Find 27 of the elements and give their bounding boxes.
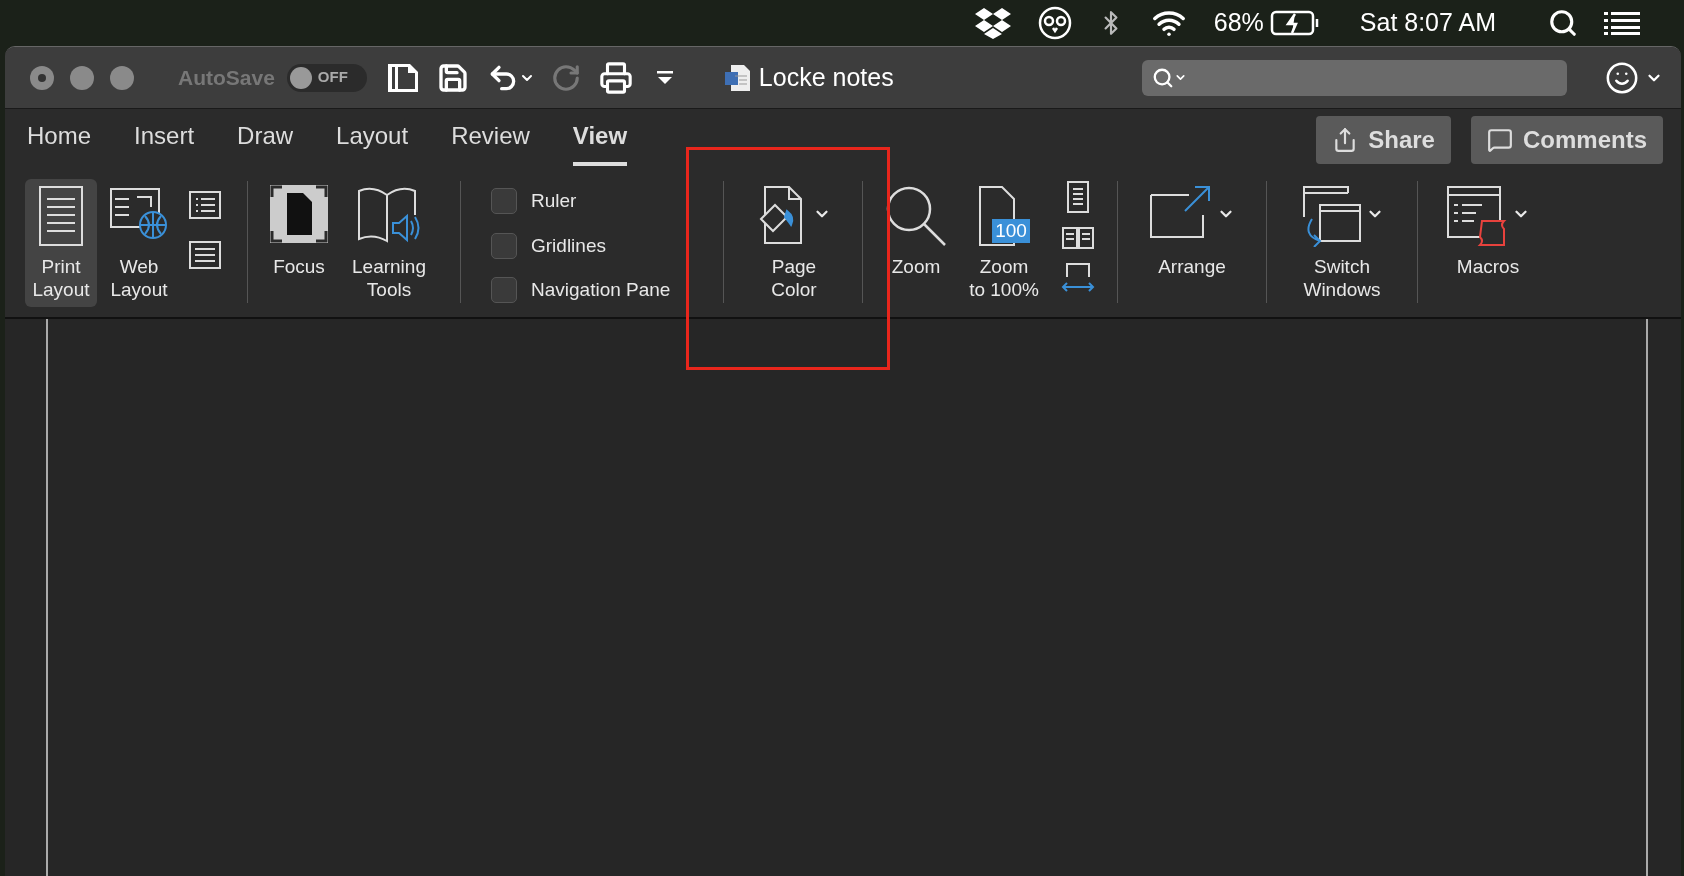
switch-windows-button[interactable]: Switch Windows [1287, 179, 1397, 307]
autosave-toggle[interactable]: OFF [286, 63, 367, 92]
arrange-button[interactable]: Arrange [1138, 179, 1246, 307]
zoom-button[interactable]: Zoom [885, 179, 947, 307]
autosave-label: AutoSave [178, 64, 275, 91]
focus-button[interactable]: Focus [266, 179, 332, 307]
checkbox-label: Ruler [531, 189, 577, 213]
ribbon-tab[interactable]: Layout [336, 114, 409, 166]
ribbon-tab[interactable]: View [572, 114, 628, 166]
checkbox-label: Gridlines [531, 233, 606, 258]
zoom-to-100-button[interactable]: 100 Zoom to 100% [961, 179, 1047, 307]
page-color-button[interactable]: Page Color [746, 179, 842, 307]
zoom-100-badge: 100 [992, 219, 1030, 243]
checkbox-label: Navigation Pane [531, 278, 671, 302]
ribbon-tab[interactable]: Insert [134, 114, 195, 166]
document-title: Locke notes [758, 61, 894, 93]
comments-button[interactable]: Comments [1470, 116, 1663, 164]
learning-tools-button[interactable]: Learning Tools [344, 179, 434, 307]
ribbon-tab[interactable]: Review [451, 114, 530, 166]
macros-button[interactable]: Macros [1440, 179, 1536, 307]
print-layout-button[interactable]: Print Layout [25, 179, 97, 307]
menu-bar-clock[interactable]: Sat 8:07 AM [1359, 4, 1496, 42]
ribbon-tab[interactable]: Home [27, 114, 92, 166]
web-layout-button[interactable]: Web Layout [103, 179, 175, 307]
share-button[interactable]: Share [1316, 116, 1451, 164]
battery-percentage[interactable]: 68% [1213, 4, 1264, 42]
ribbon-tab[interactable]: Draw [237, 114, 294, 166]
